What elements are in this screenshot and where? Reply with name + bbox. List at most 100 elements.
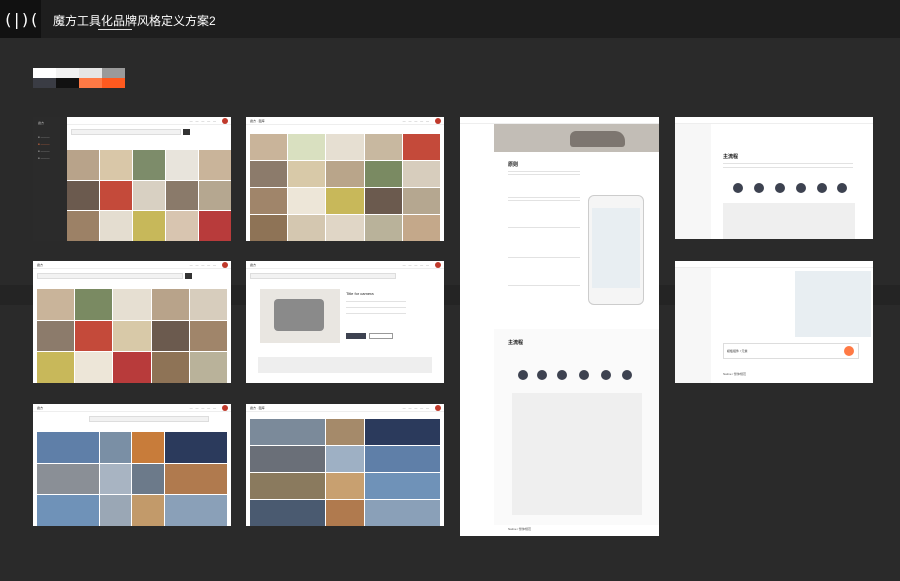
photo[interactable] bbox=[100, 432, 132, 463]
avatar[interactable] bbox=[222, 405, 228, 411]
screen-card-landscape[interactable]: 魔方 — — — — — bbox=[33, 404, 231, 526]
search-input[interactable] bbox=[37, 273, 183, 279]
photo[interactable] bbox=[326, 161, 364, 187]
primary-button[interactable] bbox=[346, 333, 366, 339]
photo[interactable] bbox=[364, 134, 402, 160]
photo[interactable] bbox=[164, 432, 227, 463]
avatar[interactable] bbox=[435, 405, 441, 411]
photo[interactable] bbox=[199, 180, 231, 211]
screen-card-map-doc[interactable]: 模板组件 / 元素 Native / 整体规范 bbox=[675, 261, 873, 383]
photo[interactable] bbox=[37, 495, 100, 526]
photo[interactable] bbox=[166, 211, 198, 241]
photo[interactable] bbox=[164, 495, 227, 526]
photo[interactable] bbox=[75, 289, 113, 320]
photo[interactable] bbox=[113, 289, 151, 320]
photo[interactable] bbox=[250, 473, 326, 499]
photo[interactable] bbox=[132, 495, 164, 526]
photo[interactable] bbox=[250, 188, 288, 214]
photo[interactable] bbox=[37, 463, 100, 495]
photo[interactable] bbox=[250, 134, 288, 160]
photo[interactable] bbox=[250, 419, 326, 445]
photo[interactable] bbox=[326, 215, 364, 241]
photo[interactable] bbox=[133, 180, 165, 211]
photo[interactable] bbox=[37, 352, 75, 383]
avatar[interactable] bbox=[222, 262, 228, 268]
photo[interactable] bbox=[75, 352, 113, 383]
search-input[interactable] bbox=[71, 129, 181, 135]
photo[interactable] bbox=[100, 150, 132, 180]
photo[interactable] bbox=[133, 150, 165, 180]
photo[interactable] bbox=[364, 473, 440, 499]
photo[interactable] bbox=[151, 320, 189, 352]
photo[interactable] bbox=[189, 352, 227, 383]
photo[interactable] bbox=[364, 215, 402, 241]
photo[interactable] bbox=[37, 432, 100, 463]
search-input[interactable] bbox=[89, 416, 209, 422]
sidebar-item[interactable]: ● ——— bbox=[38, 149, 50, 153]
photo[interactable] bbox=[326, 446, 364, 472]
screen-card-product-detail[interactable]: 魔方 — — — — — Title for camera bbox=[246, 261, 444, 383]
photo[interactable] bbox=[133, 211, 165, 241]
logo[interactable]: (|)( bbox=[0, 0, 41, 38]
photo[interactable] bbox=[189, 320, 227, 352]
photo[interactable] bbox=[326, 419, 364, 445]
screen-card-gallery-sidebar[interactable]: 魔方 ● ——— ● ——— ● ——— ● ——— — — — — — bbox=[33, 117, 231, 241]
photo[interactable] bbox=[288, 215, 326, 241]
photo[interactable] bbox=[326, 188, 364, 214]
sidebar-item[interactable]: ● ——— bbox=[38, 135, 50, 139]
photo[interactable] bbox=[151, 289, 189, 320]
photo[interactable] bbox=[164, 463, 227, 495]
photo[interactable] bbox=[199, 211, 231, 241]
search-button[interactable] bbox=[185, 273, 192, 279]
photo[interactable] bbox=[166, 150, 198, 180]
photo[interactable] bbox=[199, 150, 231, 180]
photo[interactable] bbox=[67, 211, 99, 241]
photo[interactable] bbox=[189, 289, 227, 320]
photo[interactable] bbox=[132, 432, 164, 463]
screen-card-guideline-doc[interactable]: 原则 主流程 Native / 整体规范 bbox=[460, 117, 659, 536]
photo[interactable] bbox=[250, 161, 288, 187]
search-button[interactable] bbox=[183, 129, 190, 135]
photo[interactable] bbox=[100, 495, 132, 526]
photo[interactable] bbox=[166, 180, 198, 211]
photo[interactable] bbox=[132, 463, 164, 495]
screen-card-landscape-2[interactable]: 魔方 · 图库 — — — — — bbox=[246, 404, 444, 526]
photo[interactable] bbox=[288, 134, 326, 160]
photo[interactable] bbox=[288, 161, 326, 187]
search-input[interactable] bbox=[250, 273, 396, 279]
photo[interactable] bbox=[288, 188, 326, 214]
photo[interactable] bbox=[402, 161, 440, 187]
photo[interactable] bbox=[326, 500, 364, 526]
photo[interactable] bbox=[151, 352, 189, 383]
photo[interactable] bbox=[100, 463, 132, 495]
photo[interactable] bbox=[326, 134, 364, 160]
sidebar-item[interactable]: ● ——— bbox=[38, 156, 50, 160]
photo[interactable] bbox=[326, 473, 364, 499]
photo[interactable] bbox=[364, 419, 440, 445]
photo[interactable] bbox=[250, 500, 326, 526]
photo[interactable] bbox=[364, 188, 402, 214]
photo[interactable] bbox=[100, 211, 132, 241]
action-button[interactable] bbox=[844, 346, 854, 356]
photo[interactable] bbox=[402, 188, 440, 214]
photo[interactable] bbox=[364, 500, 440, 526]
photo[interactable] bbox=[250, 215, 288, 241]
photo[interactable] bbox=[67, 150, 99, 180]
photo[interactable] bbox=[100, 180, 132, 211]
avatar[interactable] bbox=[435, 262, 441, 268]
photo[interactable] bbox=[37, 289, 75, 320]
secondary-button[interactable] bbox=[369, 333, 393, 339]
photo[interactable] bbox=[250, 446, 326, 472]
photo[interactable] bbox=[402, 134, 440, 160]
photo[interactable] bbox=[113, 320, 151, 352]
photo[interactable] bbox=[113, 352, 151, 383]
photo[interactable] bbox=[364, 446, 440, 472]
screen-card-gallery[interactable]: 魔方 · 图库 — — — — — bbox=[246, 117, 444, 241]
screen-card-gallery-search[interactable]: 魔方 — — — — — bbox=[33, 261, 231, 383]
avatar[interactable] bbox=[222, 118, 228, 124]
photo[interactable] bbox=[75, 320, 113, 352]
photo[interactable] bbox=[37, 320, 75, 352]
photo[interactable] bbox=[364, 161, 402, 187]
screen-card-flow-doc[interactable]: 主流程 bbox=[675, 117, 873, 239]
avatar[interactable] bbox=[435, 118, 441, 124]
